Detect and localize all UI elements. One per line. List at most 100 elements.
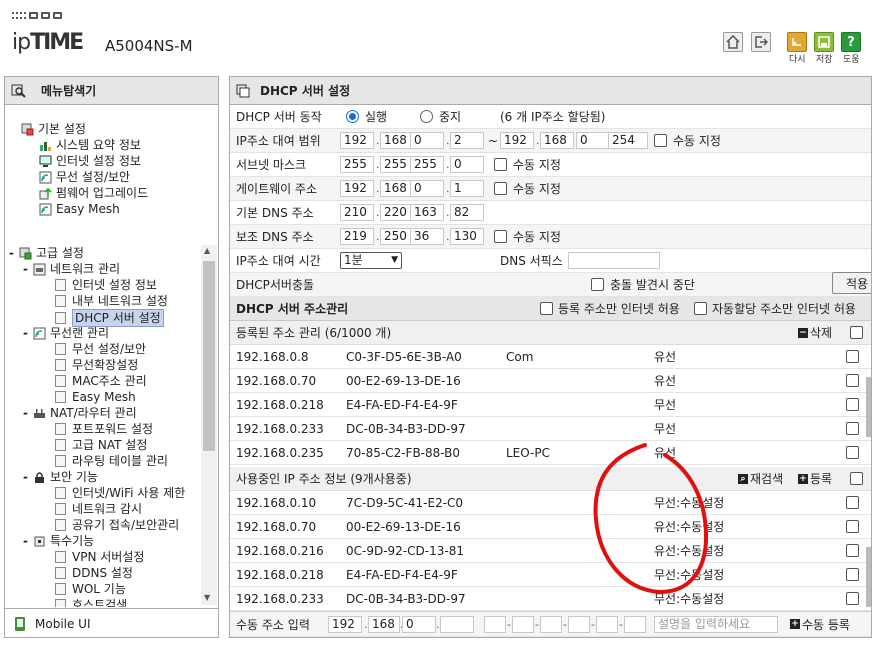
registered-scrollbar-thumb[interactable] xyxy=(866,377,871,437)
row-checkbox[interactable] xyxy=(846,398,859,411)
tree-item-host-scan[interactable]: 호스트검색 xyxy=(55,597,127,607)
dns2-octet[interactable]: 219 xyxy=(340,228,374,245)
dns2-octet[interactable]: 130 xyxy=(450,228,484,245)
tree-subgroup-wireless[interactable]: - 무선랜 관리 xyxy=(23,325,109,341)
gateway-octet[interactable]: 0 xyxy=(410,180,444,197)
range-end-octet[interactable]: 192 xyxy=(500,132,534,149)
row-checkbox[interactable] xyxy=(846,592,859,605)
gateway-octet[interactable]: 1 xyxy=(450,180,484,197)
save-button[interactable] xyxy=(814,32,834,52)
conflict-stop-checkbox[interactable] xyxy=(591,278,604,291)
dns2-octet[interactable]: 250 xyxy=(380,228,414,245)
lease-time-select[interactable]: 1분 ▼ xyxy=(340,252,402,269)
dns1-octet[interactable]: 82 xyxy=(450,204,484,221)
tree-item-lan-settings[interactable]: 내부 네트워크 설정 xyxy=(55,293,168,309)
manual-mac-part[interactable] xyxy=(484,615,506,633)
logout-button[interactable] xyxy=(751,32,771,52)
radio-stop[interactable] xyxy=(420,110,433,123)
row-checkbox[interactable] xyxy=(846,422,859,435)
manual-mac-part[interactable] xyxy=(512,615,534,633)
tree-item-ddns[interactable]: DDNS 설정 xyxy=(55,565,133,581)
tree-group-basic[interactable]: 기본 설정 xyxy=(21,121,86,137)
manual-mac-part[interactable] xyxy=(568,615,590,633)
dns-suffix-input[interactable] xyxy=(568,252,660,269)
manual-ip-octet[interactable] xyxy=(440,615,474,633)
subnet-octet[interactable]: 255 xyxy=(380,156,414,173)
range-start-octet[interactable]: 2 xyxy=(450,132,484,149)
row-checkbox[interactable] xyxy=(846,544,859,557)
range-start-octet[interactable]: 168 xyxy=(380,132,414,149)
register-button[interactable]: + 등록 xyxy=(798,470,832,487)
tree-item-wol[interactable]: WOL 기능 xyxy=(55,581,126,597)
row-checkbox[interactable] xyxy=(846,496,859,509)
delete-button[interactable]: − 삭제 xyxy=(798,324,832,341)
manual-register-button[interactable]: + 수동 등록 xyxy=(790,616,850,633)
help-button[interactable]: ? xyxy=(841,32,861,52)
range-start-octet[interactable]: 0 xyxy=(410,132,444,149)
tree-item-firmware-upgrade[interactable]: 펌웨어 업그레이드 xyxy=(39,185,148,201)
subnet-octet[interactable]: 255 xyxy=(340,156,374,173)
description-input[interactable]: 설명을 입력하세요 xyxy=(654,615,778,633)
tree-subgroup-special[interactable]: - 특수기능 xyxy=(23,533,94,549)
mobile-ui-link[interactable]: Mobile UI xyxy=(5,608,218,638)
tree-item-internet-settings-adv[interactable]: 인터넷 설정 정보 xyxy=(55,277,157,293)
tree-item-wireless-ext[interactable]: 무선확장설정 xyxy=(55,357,138,373)
home-button[interactable] xyxy=(723,32,743,52)
tree-item-network-monitor[interactable]: 네트워크 감시 xyxy=(55,501,142,517)
manual-ip-octet[interactable]: 192 xyxy=(328,615,362,633)
registered-only-checkbox[interactable] xyxy=(540,302,553,315)
menu-scrollbar-thumb[interactable] xyxy=(203,261,215,451)
manual-mac-part[interactable] xyxy=(596,615,618,633)
gateway-manual-checkbox[interactable] xyxy=(494,182,507,195)
tree-item-mac-mgmt[interactable]: MAC주소 관리 xyxy=(55,373,147,389)
reload-button[interactable] xyxy=(787,32,807,52)
registered-select-all-checkbox[interactable] xyxy=(850,326,863,339)
tree-item-wireless-security[interactable]: 무선 설정/보안 xyxy=(39,169,130,185)
range-start-octet[interactable]: 192 xyxy=(340,132,374,149)
row-checkbox[interactable] xyxy=(846,520,859,533)
gateway-octet[interactable]: 168 xyxy=(380,180,414,197)
row-checkbox[interactable] xyxy=(846,374,859,387)
manual-ip-octet[interactable]: 0 xyxy=(402,615,436,633)
tree-item-access-limit[interactable]: 인터넷/WiFi 사용 제한 xyxy=(55,485,185,501)
manual-ip-octet[interactable]: 168 xyxy=(368,615,400,633)
tree-subgroup-security[interactable]: - 보안 기능 xyxy=(23,469,98,485)
in-use-scrollbar-thumb[interactable] xyxy=(866,547,871,607)
gateway-octet[interactable]: 192 xyxy=(340,180,374,197)
tree-item-system-summary[interactable]: 시스템 요약 정보 xyxy=(39,137,141,153)
auto-only-checkbox[interactable] xyxy=(694,302,707,315)
tree-item-wireless-sec[interactable]: 무선 설정/보안 xyxy=(55,341,146,357)
rescan-button[interactable]: ⌕ 재검색 xyxy=(738,470,783,487)
subnet-octet[interactable]: 0 xyxy=(450,156,484,173)
tree-item-routing-table[interactable]: 라우팅 테이블 관리 xyxy=(55,453,168,469)
subnet-manual-checkbox[interactable] xyxy=(494,158,507,171)
manual-mac-part[interactable] xyxy=(624,615,646,633)
range-manual-checkbox[interactable] xyxy=(654,134,667,147)
scroll-up-icon[interactable]: ▲ xyxy=(204,246,210,255)
radio-run[interactable] xyxy=(346,110,359,123)
tree-item-vpn[interactable]: VPN 서버설정 xyxy=(55,549,144,565)
tree-item-easy-mesh[interactable]: Easy Mesh xyxy=(39,201,120,217)
range-end-octet[interactable]: 168 xyxy=(540,132,574,149)
tree-item-advanced-nat[interactable]: 고급 NAT 설정 xyxy=(55,437,147,453)
subnet-octet[interactable]: 255 xyxy=(410,156,444,173)
tree-subgroup-nat[interactable]: - NAT/라우터 관리 xyxy=(23,405,137,421)
scroll-down-icon[interactable]: ▼ xyxy=(204,593,210,602)
tree-item-easy-mesh-adv[interactable]: Easy Mesh xyxy=(55,389,136,405)
in-use-select-all-checkbox[interactable] xyxy=(850,472,863,485)
row-checkbox[interactable] xyxy=(846,350,859,363)
apply-button[interactable]: 적용 xyxy=(832,272,871,294)
manual-mac-part[interactable] xyxy=(540,615,562,633)
tree-item-router-access[interactable]: 공유기 접속/보안관리 xyxy=(55,517,179,533)
row-checkbox[interactable] xyxy=(846,446,859,459)
dns1-octet[interactable]: 220 xyxy=(380,204,414,221)
dns2-octet[interactable]: 36 xyxy=(410,228,444,245)
dns2-manual-checkbox[interactable] xyxy=(494,230,507,243)
range-end-octet[interactable]: 254 xyxy=(608,132,648,149)
dns1-octet[interactable]: 210 xyxy=(340,204,374,221)
tree-group-advanced[interactable]: - 고급 설정 xyxy=(9,245,84,261)
tree-item-port-forward[interactable]: 포트포워드 설정 xyxy=(55,421,153,437)
tree-subgroup-network[interactable]: - 네트워크 관리 xyxy=(23,261,120,277)
tree-item-internet-settings[interactable]: 인터넷 설정 정보 xyxy=(39,153,141,169)
range-end-octet[interactable]: 0 xyxy=(576,132,610,149)
